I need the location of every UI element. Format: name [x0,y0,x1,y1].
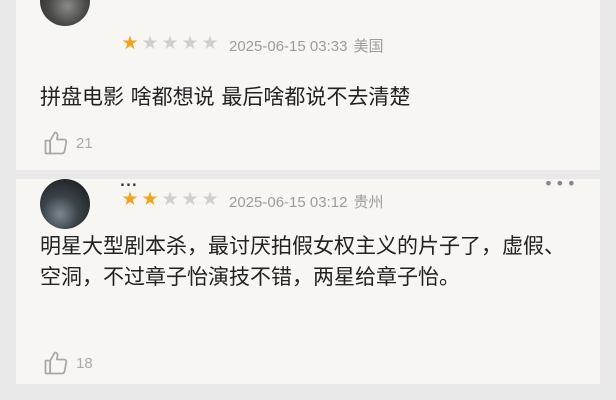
star-icon: ★ [161,32,179,54]
star-icon: ★ [201,32,219,54]
star-rating: ★ ★ ★ ★ ★ [120,33,220,53]
avatar[interactable] [40,0,90,26]
like-count: 18 [76,354,93,372]
star-icon: ★ [121,32,139,54]
more-icon[interactable]: ••• [544,179,578,192]
avatar[interactable] [40,179,90,229]
star-icon: ★ [181,32,199,54]
comment-text: 拼盘电影 啥都想说 最后啥都说不去清楚 [40,85,411,109]
star-icon: ★ [121,188,139,210]
comment-card: ... ••• ★ ★ ★ ★ ★ 2025-06-15 03:12 贵州 明星大… [16,179,600,384]
comment-text: 明星大型剧本杀，最讨厌拍假女权主义的片子了，虚假、空洞，不过章子怡演技不错，两星… [40,234,565,289]
comment-meta: 2025-06-15 03:12 贵州 [229,191,383,212]
star-icon: ★ [161,188,179,210]
comment-region: 贵州 [353,194,384,211]
star-rating: ★ ★ ★ ★ ★ [120,189,220,209]
comment-time: 2025-06-15 03:12 [229,194,348,211]
star-icon: ★ [181,188,199,210]
star-icon: ★ [141,188,159,210]
comment-time: 2025-06-15 03:33 [229,38,348,55]
like-count: 21 [76,134,93,152]
thumbs-up-icon [42,349,70,377]
comment-card: ★ ★ ★ ★ ★ 2025-06-15 03:33 美国 拼盘电影 啥都想说 最… [16,0,600,170]
star-icon: ★ [201,188,219,210]
like-button[interactable]: 18 [42,349,93,377]
star-icon: ★ [141,32,159,54]
comment-meta: 2025-06-15 03:33 美国 [229,35,383,56]
like-button[interactable]: 21 [42,129,93,157]
thumbs-up-icon [42,129,70,157]
comment-region: 美国 [353,38,384,55]
